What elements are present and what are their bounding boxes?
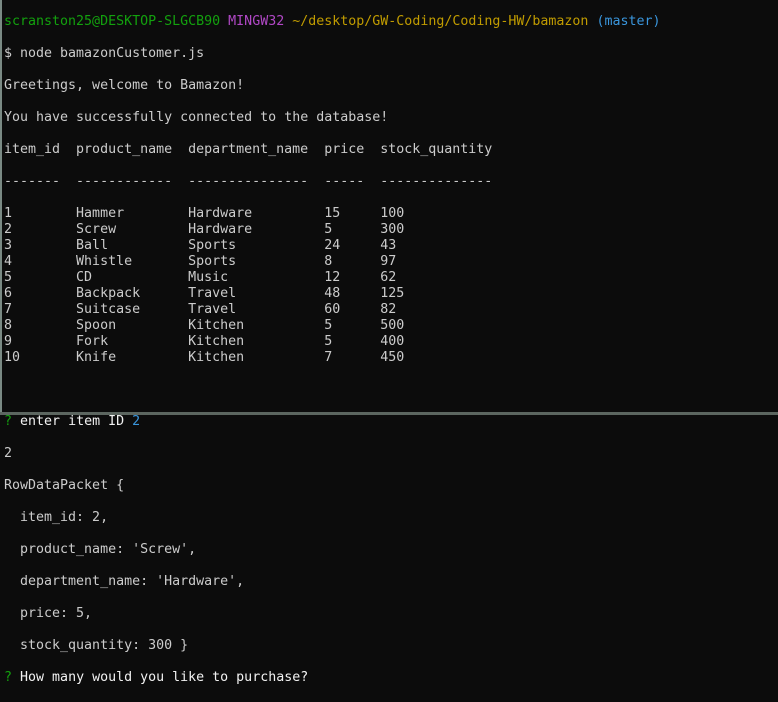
question-text: enter item ID [20,414,125,429]
terminal-output[interactable]: scranston25@DESKTOP-SLGCB90 MINGW32 ~/de… [4,0,661,702]
table-cell: 5 [4,270,13,285]
header-cell: department_name [188,142,309,157]
packet-line: price: 5, [4,606,93,621]
table-cell: 5 [324,318,333,333]
table-cell: 43 [380,238,397,253]
table-cell: 3 [4,238,13,253]
table-cell: Hardware [188,222,253,237]
packet-line: item_id: 2, [4,510,109,525]
table-row: 1 Hammer Hardware 15 100 [4,206,661,222]
question-mark-icon: ? [4,670,13,685]
table-cell: Music [188,270,229,285]
table-cell: Travel [188,286,237,301]
table-row: 9 Fork Kitchen 5 400 [4,334,661,350]
separator: ------------ [76,174,173,189]
table-cell: 4 [4,254,13,269]
table-cell: Sports [188,254,237,269]
header-cell: product_name [76,142,173,157]
table-cell: 5 [324,334,333,349]
window-edge [0,0,2,415]
table-cell: Fork [76,334,109,349]
table-cell: Sports [188,238,237,253]
table-row: 10 Knife Kitchen 7 450 [4,350,661,366]
table-cell: 2 [4,222,13,237]
user-host: scranston25@DESKTOP-SLGCB90 [4,14,221,29]
table-row: 5 CD Music 12 62 [4,270,661,286]
table-cell: 62 [380,270,397,285]
table-cell: 8 [4,318,13,333]
table-cell: 500 [380,318,405,333]
table-cell: 12 [324,270,341,285]
item-id-question: ? enter item ID 2 [4,414,661,430]
git-branch: (master) [596,14,661,29]
table-cell: Spoon [76,318,117,333]
separator: --------------- [188,174,309,189]
table-cell: 7 [324,350,333,365]
table-cell: 7 [4,302,13,317]
separator: ------- [4,174,61,189]
table-cell: Travel [188,302,237,317]
table-cell: 97 [380,254,397,269]
table-cell: 60 [324,302,341,317]
connection-message: You have successfully connected to the d… [4,110,389,125]
table-cell: 15 [324,206,341,221]
table-cell: Ball [76,238,109,253]
echo-line: 2 [4,446,13,461]
table-separator: ------- ------------ --------------- ----- -… [4,174,661,190]
quantity-question[interactable]: ? How many would you like to purchase? [4,670,661,686]
table-cell: 8 [324,254,333,269]
system-name: MINGW32 [228,14,285,29]
table-row: 7 Suitcase Travel 60 82 [4,302,661,318]
question-mark-icon: ? [4,414,13,429]
table-cell: 400 [380,334,405,349]
table-row: 2 Screw Hardware 5 300 [4,222,661,238]
table-cell: 300 [380,222,405,237]
header-cell: item_id [4,142,61,157]
table-cell: Knife [76,350,117,365]
command-line: $ node bamazonCustomer.js [4,46,205,61]
table-cell: 5 [324,222,333,237]
table-cell: 10 [4,350,21,365]
table-row: 6 Backpack Travel 48 125 [4,286,661,302]
table-cell: CD [76,270,93,285]
table-cell: 1 [4,206,13,221]
separator: ----- [324,174,365,189]
shell-prompt: scranston25@DESKTOP-SLGCB90 MINGW32 ~/de… [4,14,661,30]
question-text: How many would you like to purchase? [20,670,309,685]
table-row: 8 Spoon Kitchen 5 500 [4,318,661,334]
table-cell: 9 [4,334,13,349]
packet-line: department_name: 'Hardware', [4,574,245,589]
table-header: item_id product_name department_name price s… [4,142,661,158]
table-row: 3 Ball Sports 24 43 [4,238,661,254]
question-answer: 2 [132,414,141,429]
greeting-message: Greetings, welcome to Bamazon! [4,78,245,93]
table-cell: 100 [380,206,405,221]
cwd-path: ~/desktop/GW-Coding/Coding-HW/bamazon [292,14,589,29]
table-cell: Hardware [188,206,253,221]
table-cell: 6 [4,286,13,301]
packet-line: stock_quantity: 300 } [4,638,189,653]
table-cell: 450 [380,350,405,365]
table-cell: 48 [324,286,341,301]
table-cell: 82 [380,302,397,317]
packet-line: RowDataPacket { [4,478,125,493]
table-cell: Suitcase [76,302,141,317]
header-cell: price [324,142,365,157]
table-cell: 125 [380,286,405,301]
packet-line: product_name: 'Screw', [4,542,197,557]
table-cell: Kitchen [188,318,245,333]
table-cell: Screw [76,222,117,237]
table-cell: Hammer [76,206,125,221]
table-cell: 24 [324,238,341,253]
table-cell: Whistle [76,254,133,269]
table-cell: Kitchen [188,350,245,365]
table-cell: Kitchen [188,334,245,349]
table-row: 4 Whistle Sports 8 97 [4,254,661,270]
separator: -------------- [380,174,493,189]
table-cell: Backpack [76,286,141,301]
header-cell: stock_quantity [380,142,493,157]
